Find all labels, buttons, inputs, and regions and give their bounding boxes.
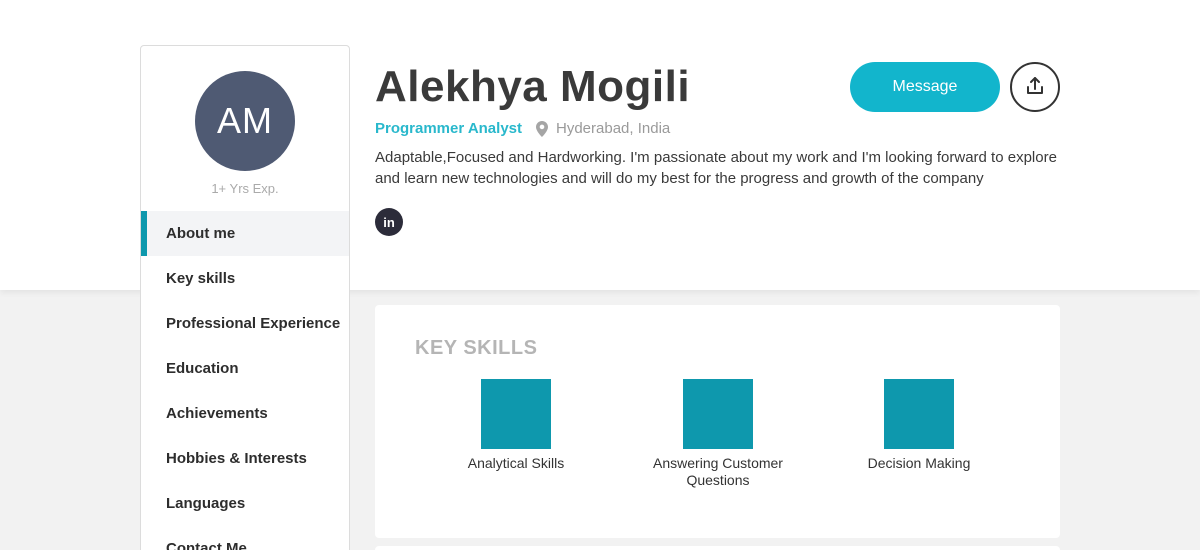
sidebar-item-about-me[interactable]: About me bbox=[141, 211, 349, 256]
skill-item: Analytical Skills bbox=[446, 379, 586, 472]
profile-name: Alekhya Mogili bbox=[375, 62, 691, 111]
sidebar-item-education[interactable]: Education bbox=[141, 346, 349, 391]
skill-label: Decision Making bbox=[867, 455, 971, 471]
linkedin-icon[interactable]: in bbox=[375, 208, 403, 236]
key-skills-card: KEY SKILLS Analytical Skills Answering C… bbox=[375, 305, 1060, 538]
share-button[interactable] bbox=[1010, 62, 1060, 112]
sidebar-item-hobbies-interests[interactable]: Hobbies & Interests bbox=[141, 436, 349, 481]
sidebar-item-key-skills[interactable]: Key skills bbox=[141, 256, 349, 301]
location-text: Hyderabad, India bbox=[556, 120, 671, 137]
message-button[interactable]: Message bbox=[850, 62, 1000, 112]
next-section-card bbox=[375, 546, 1060, 550]
location-pin-icon bbox=[536, 120, 548, 137]
skill-label: Answering Customer Questions bbox=[653, 455, 783, 488]
skill-icon bbox=[481, 379, 551, 449]
skill-item: Decision Making bbox=[849, 379, 989, 472]
sidebar-item-contact-me[interactable]: Contact Me bbox=[141, 526, 349, 550]
experience-label: 1+ Yrs Exp. bbox=[211, 181, 279, 196]
avatar: AM bbox=[195, 71, 295, 171]
job-title: Programmer Analyst bbox=[375, 120, 522, 137]
sidebar-nav: About me Key skills Professional Experie… bbox=[141, 211, 349, 550]
share-icon bbox=[1024, 75, 1046, 100]
profile-bio: Adaptable,Focused and Hardworking. I'm p… bbox=[375, 149, 1057, 187]
key-skills-heading: KEY SKILLS bbox=[415, 337, 538, 359]
profile-meta: Programmer Analyst Hyderabad, India bbox=[375, 120, 670, 137]
sidebar-item-professional-experience[interactable]: Professional Experience bbox=[141, 301, 349, 346]
skill-icon bbox=[683, 379, 753, 449]
profile-sidebar: AM 1+ Yrs Exp. About me Key skills Profe… bbox=[140, 45, 350, 550]
sidebar-item-languages[interactable]: Languages bbox=[141, 481, 349, 526]
sidebar-item-achievements[interactable]: Achievements bbox=[141, 391, 349, 436]
skill-item: Answering Customer Questions bbox=[648, 379, 788, 489]
skill-label: Analytical Skills bbox=[467, 455, 565, 471]
skill-icon bbox=[884, 379, 954, 449]
